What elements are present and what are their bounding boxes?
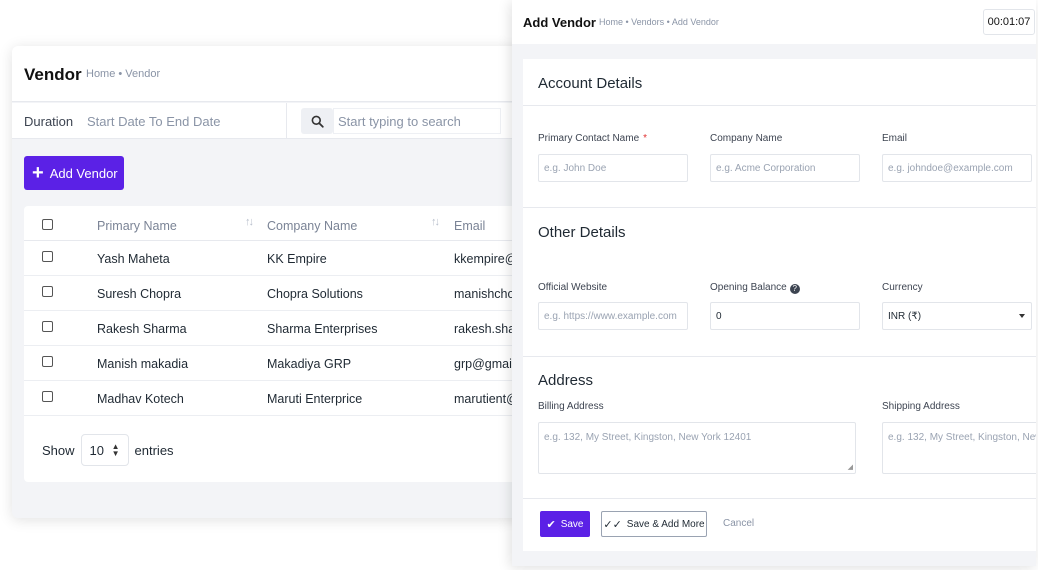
list-header: Vendor Home • Vendor (12, 46, 542, 102)
check-icon: ✔ (546, 518, 556, 531)
cell-company-name: Chopra Solutions (267, 287, 363, 301)
opening-balance-input[interactable]: 0 (710, 302, 860, 330)
double-check-icon: ✓✓ (603, 518, 622, 531)
save-more-label: Save & Add More (626, 518, 705, 530)
section-title-address: Address (538, 372, 594, 389)
billing-address-textarea[interactable]: e.g. 132, My Street, Kingston, New York … (538, 422, 856, 474)
currency-select[interactable]: INR (₹) (882, 302, 1032, 330)
table-row[interactable]: Rakesh Sharma Sharma Enterprises rakesh.… (24, 311, 542, 346)
section-divider (523, 105, 1036, 106)
website-input[interactable]: e.g. https://www.example.com (538, 302, 688, 330)
show-label: Show (42, 442, 75, 458)
billing-address-label: Billing Address (538, 401, 604, 412)
email-input[interactable]: e.g. johndoe@example.com (882, 154, 1032, 182)
filter-divider (286, 103, 287, 139)
section-divider (523, 356, 1036, 357)
cell-primary-name: Madhav Kotech (97, 392, 184, 406)
screen: Vendor Home • Vendor Duration Start Date… (0, 0, 1038, 570)
company-name-input[interactable]: e.g. Acme Corporation (710, 154, 860, 182)
cell-primary-name: Yash Maheta (97, 252, 170, 266)
row-checkbox[interactable] (42, 286, 53, 297)
add-vendor-panel: Add Vendor Home • Vendors • Add Vendor 0… (512, 0, 1036, 566)
help-icon[interactable]: ? (789, 284, 800, 294)
column-header-company-name[interactable]: Company Name (267, 219, 357, 233)
cell-company-name: Makadiya GRP (267, 357, 352, 371)
cancel-button[interactable]: Cancel (723, 518, 754, 529)
add-vendor-label: Add Vendor (49, 165, 118, 181)
entries-select[interactable]: 10 ▲ ▼ (80, 434, 129, 466)
row-checkbox[interactable] (42, 391, 53, 402)
caret-down-icon (1019, 314, 1025, 318)
column-header-primary-name[interactable]: Primary Name (97, 219, 177, 233)
pagination-length: Show 10 ▲ ▼ entries (42, 434, 174, 466)
breadcrumb[interactable]: Home • Vendor (86, 68, 160, 80)
breadcrumb[interactable]: Home • Vendors • Add Vendor (599, 17, 719, 27)
cell-primary-name: Manish makadia (97, 357, 189, 371)
row-checkbox[interactable] (42, 251, 53, 262)
page-title: Vendor (24, 65, 82, 84)
table-row[interactable]: Suresh Chopra Chopra Solutions manishcho… (24, 276, 542, 311)
save-button[interactable]: ✔ Save (540, 511, 590, 537)
filter-bar: Duration Start Date To End Date Start ty… (12, 103, 542, 139)
sort-icon[interactable]: ↑↓ (245, 216, 254, 228)
billing-address-placeholder: e.g. 132, My Street, Kingston, New York … (544, 432, 752, 443)
vendor-table: Primary Name ↑↓ Company Name ↑↓ Email Ya… (24, 206, 542, 482)
select-all-checkbox[interactable] (42, 219, 53, 230)
search-icon (311, 115, 324, 128)
column-header-email[interactable]: Email (454, 219, 485, 233)
section-title-account-details: Account Details (538, 75, 643, 92)
cell-primary-name: Suresh Chopra (97, 287, 182, 301)
required-mark: * (643, 133, 648, 144)
resize-grip-icon[interactable]: ◢ (848, 463, 853, 471)
table-header: Primary Name ↑↓ Company Name ↑↓ Email (24, 206, 542, 241)
panel-title: Add Vendor (523, 15, 596, 30)
updown-icon: ▲ ▼ (111, 442, 120, 458)
shipping-address-textarea[interactable]: e.g. 132, My Street, Kingston, New York … (882, 422, 1036, 474)
shipping-address-label: Shipping Address (882, 401, 960, 412)
cell-company-name: Maruti Enterprice (267, 392, 363, 406)
currency-value: INR (₹) (888, 311, 922, 322)
table-row[interactable]: Yash Maheta KK Empire kkempire@gm (24, 241, 542, 276)
save-label: Save (560, 518, 584, 530)
plus-icon: + (32, 162, 44, 184)
row-checkbox[interactable] (42, 321, 53, 332)
row-checkbox[interactable] (42, 356, 53, 367)
vendor-list-card: Vendor Home • Vendor Duration Start Date… (12, 46, 542, 518)
section-divider (523, 207, 1036, 208)
search-button[interactable] (301, 108, 333, 134)
panel-header: Add Vendor Home • Vendors • Add Vendor 0… (512, 0, 1036, 44)
entries-value: 10 (89, 442, 104, 458)
section-title-other-details: Other Details (538, 224, 626, 241)
email-label: Email (882, 133, 908, 144)
footer-divider (523, 498, 1036, 499)
opening-balance-label: Opening Balance? (710, 282, 800, 294)
save-and-add-more-button[interactable]: ✓✓ Save & Add More (601, 511, 707, 537)
shipping-address-placeholder: e.g. 132, My Street, Kingston, New York … (888, 432, 1036, 443)
primary-contact-input[interactable]: e.g. John Doe (538, 154, 688, 182)
vendor-form: Account Details Primary Contact Name * e.… (523, 59, 1036, 551)
table-row[interactable]: Manish makadia Makadiya GRP grp@gmail.co (24, 346, 542, 381)
search-input[interactable]: Start typing to search (333, 108, 501, 134)
entries-label: entries (134, 442, 174, 458)
primary-contact-label: Primary Contact Name * (538, 133, 648, 144)
table-row[interactable]: Madhav Kotech Maruti Enterprice marutien… (24, 381, 542, 416)
company-name-label: Company Name (710, 133, 783, 144)
add-vendor-button[interactable]: + Add Vendor (24, 156, 124, 190)
timer: 00:01:07 (983, 9, 1035, 35)
cell-primary-name: Rakesh Sharma (97, 322, 187, 336)
duration-label: Duration (24, 114, 74, 129)
sort-icon[interactable]: ↑↓ (431, 216, 440, 228)
cell-company-name: Sharma Enterprises (267, 322, 378, 336)
date-range-input[interactable]: Start Date To End Date (87, 114, 220, 129)
website-label: Official Website (538, 282, 608, 293)
cell-company-name: KK Empire (267, 252, 327, 266)
currency-label: Currency (882, 282, 923, 293)
